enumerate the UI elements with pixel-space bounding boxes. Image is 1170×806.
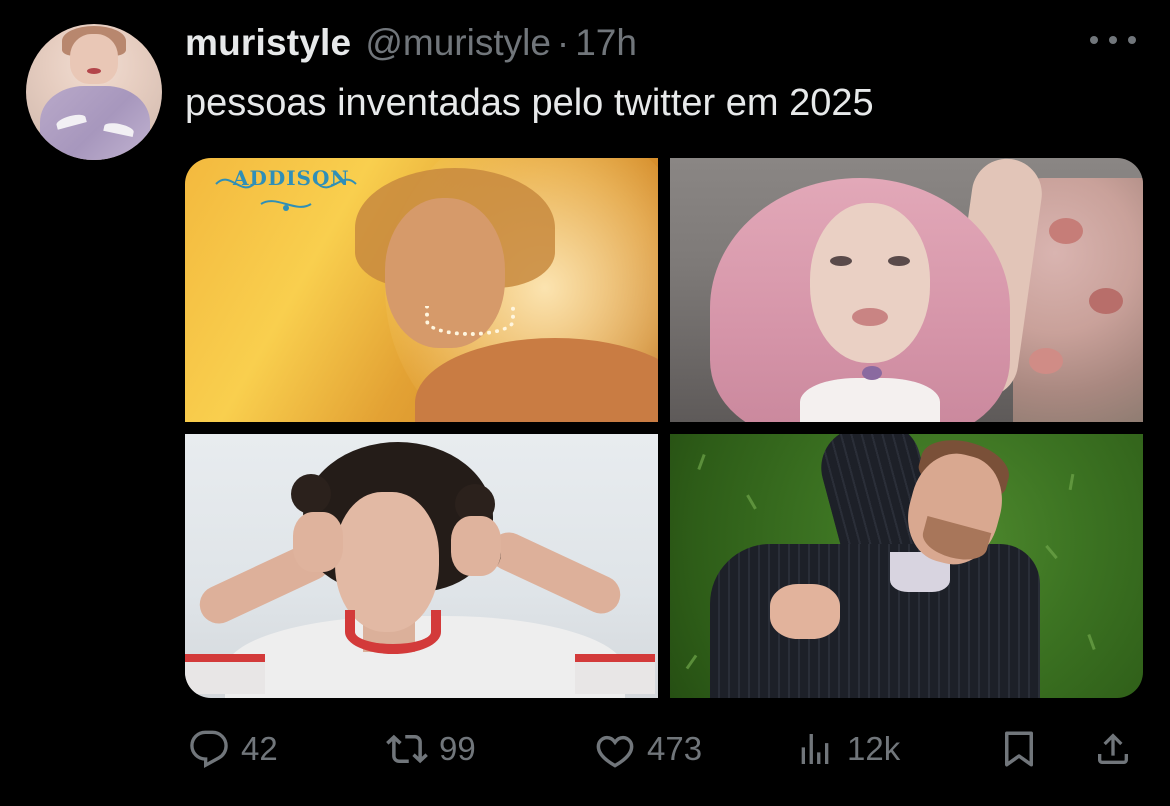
separator-dot: ·	[556, 22, 570, 63]
eye-shape	[830, 256, 852, 266]
user-handle[interactable]: @muristyle	[365, 22, 551, 64]
media-image-3[interactable]	[185, 434, 658, 698]
action-bar: 42 99 473 12k	[185, 726, 1135, 772]
suit-shape	[710, 544, 1040, 698]
lip-shape	[852, 308, 888, 326]
timestamp[interactable]: 17h	[575, 22, 637, 64]
sleeve-shape	[185, 654, 265, 694]
flower-shape	[1049, 218, 1083, 244]
hand-shape	[293, 512, 343, 572]
grass-blade-shape	[685, 654, 698, 670]
heart-icon	[593, 727, 637, 771]
hand-shape	[451, 516, 501, 576]
share-icon	[1091, 727, 1135, 771]
flower-shape	[1029, 348, 1063, 374]
grass-blade-shape	[746, 494, 757, 510]
avatar-face-shape	[70, 34, 118, 84]
media-grid: ADDISON	[185, 158, 1143, 698]
media-image-2[interactable]	[670, 158, 1143, 422]
face-shape	[810, 203, 930, 363]
display-name[interactable]: muristyle	[185, 22, 351, 64]
arm-shape	[483, 526, 627, 620]
views-icon	[793, 727, 837, 771]
image-overlay-text: ADDISON	[233, 166, 350, 190]
grass-blade-shape	[1045, 544, 1058, 560]
share-button[interactable]	[1091, 726, 1135, 772]
more-dot	[1109, 36, 1117, 44]
like-count: 473	[647, 730, 703, 767]
repost-icon	[385, 727, 429, 771]
more-dot	[1090, 36, 1098, 44]
tweet[interactable]: muristyle @muristyle · 17h pessoas inven…	[0, 0, 1170, 806]
media-image-4[interactable]	[670, 434, 1143, 698]
more-options-icon[interactable]	[1090, 30, 1136, 50]
reply-icon	[187, 727, 231, 771]
grass-blade-shape	[1087, 633, 1096, 651]
repost-count: 99	[439, 730, 476, 767]
reply-count: 42	[241, 730, 278, 767]
grass-blade-shape	[1068, 473, 1075, 491]
more-dot	[1128, 36, 1136, 44]
repost-button[interactable]: 99	[385, 726, 476, 772]
grass-blade-shape	[697, 453, 706, 471]
bookmark-icon	[997, 727, 1041, 771]
avatar-lips-shape	[87, 68, 101, 74]
tank-top-shape	[800, 378, 940, 422]
bookmark-button[interactable]	[997, 726, 1041, 772]
curl-shape	[291, 474, 331, 514]
flower-shape	[1089, 288, 1123, 314]
tweet-header: muristyle @muristyle · 17h	[185, 22, 637, 70]
reply-button[interactable]: 42	[187, 726, 278, 772]
sleeve-shape	[575, 654, 655, 694]
views-button[interactable]: 12k	[793, 726, 900, 772]
views-count: 12k	[847, 730, 901, 767]
pendant-shape	[862, 366, 882, 380]
avatar[interactable]	[26, 24, 162, 160]
like-button[interactable]: 473	[593, 726, 702, 772]
tweet-text: pessoas inventadas pelo twitter em 2025	[185, 82, 874, 124]
necklace-shape	[425, 306, 515, 336]
eye-shape	[888, 256, 910, 266]
media-image-1[interactable]: ADDISON	[185, 158, 658, 422]
hand-shape	[770, 584, 840, 639]
collar-shape	[345, 610, 441, 654]
